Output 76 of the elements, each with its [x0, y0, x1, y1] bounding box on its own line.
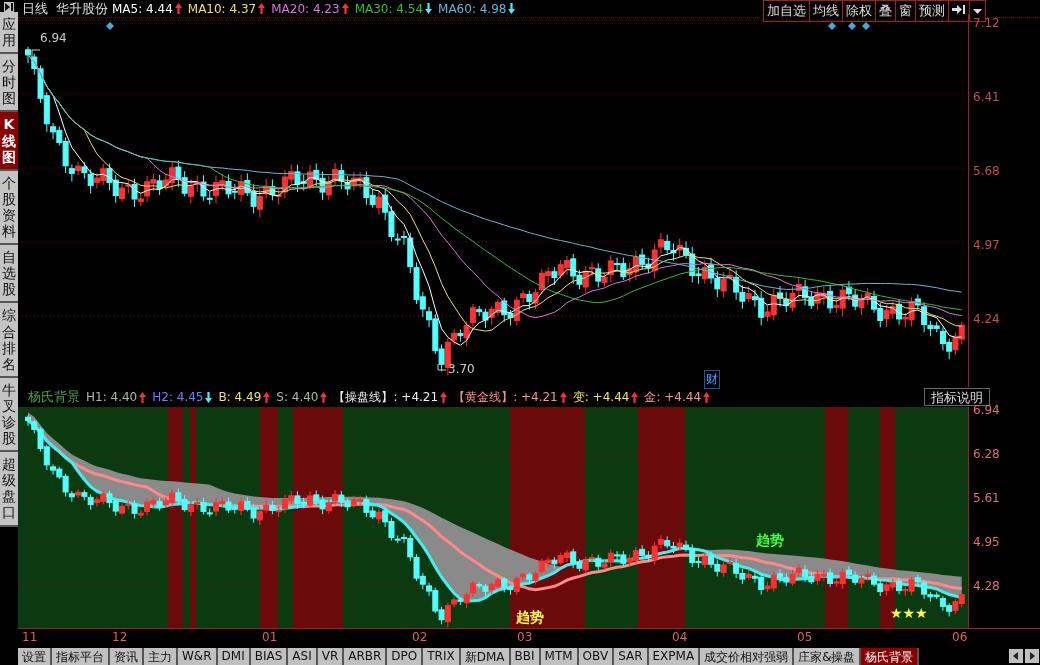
indicator-tab[interactable]: EXPMA [648, 648, 701, 665]
signal-label: 趋势 [516, 610, 544, 624]
date-axis-label: 01 [262, 630, 278, 644]
indicator-tab[interactable]: 杨氏背景 [861, 648, 920, 665]
low-price-label: 3.70 [448, 362, 475, 376]
date-axis-label: 05 [797, 630, 813, 644]
date-axis-label: 11 [22, 630, 38, 644]
indicator-tab[interactable]: 主力 [144, 648, 178, 665]
sidebar-item[interactable]: 个股资料 [0, 170, 18, 246]
indicator-tab[interactable]: 设置 [18, 648, 52, 665]
toolbar-button[interactable]: 预测 [915, 0, 949, 22]
date-axis-label: 12 [112, 630, 128, 644]
indicator-tab[interactable]: BBI [510, 648, 541, 665]
price-axis-label: 6.94 [973, 403, 1000, 417]
indicator-tab[interactable]: TRIX [423, 648, 461, 665]
price-axis-label: 4.28 [973, 579, 1000, 593]
indicator-tab[interactable]: ARBR [344, 648, 388, 665]
event-marker[interactable]: 财 [704, 370, 720, 389]
indicator-value: MA10: 4.37 [187, 1, 257, 16]
sidebar-item[interactable]: 超级盘口 [0, 452, 18, 527]
sidebar-item[interactable]: K线图 [0, 112, 18, 171]
indicator-tab[interactable]: 庄家&操盘 [794, 648, 862, 665]
period-label: 日线 [22, 0, 48, 18]
indicator-value: 【操盘线】: +4.21 [333, 388, 439, 406]
help-button[interactable]: 指标说明 [924, 388, 990, 406]
price-axis-label: 5.61 [973, 491, 1000, 505]
indicator-tab[interactable]: W&R [178, 648, 218, 665]
price-axis-label: 6.28 [973, 447, 1000, 461]
price-axis-label: 5.68 [973, 164, 1000, 178]
date-axis-label: 02 [412, 630, 428, 644]
toolbar-button[interactable]: 叠 [875, 0, 896, 22]
indicator-tab[interactable]: DPO [387, 648, 424, 665]
price-axis-label: 6.41 [973, 90, 1000, 104]
indicator-value: H2: 4.45 [152, 390, 204, 404]
sidebar-item[interactable]: 牛叉诊股 [0, 377, 18, 453]
indicator-value: MA5: 4.44 [112, 1, 173, 16]
indicator-tab[interactable]: SAR [614, 648, 649, 665]
price-axis-label: 4.95 [973, 535, 1000, 549]
indicator-tab[interactable]: 新DMA [460, 648, 511, 665]
date-axis-label: 03 [517, 630, 533, 644]
sidebar-item[interactable]: 综合排名 [0, 303, 18, 378]
sidebar-item[interactable]: 分时图 [0, 54, 18, 113]
price-axis-label: 4.24 [973, 312, 1000, 326]
price-axis-label: 4.97 [973, 238, 1000, 252]
indicator-value: S: 4.40 [276, 390, 319, 404]
indicator-tab[interactable]: ASI [288, 648, 318, 665]
indicator-value: 【黄金线】: +4.21 [453, 388, 558, 406]
stock-name: 华升股份 [56, 0, 108, 18]
signal-label: 趋势 [756, 533, 784, 547]
indicator-value: MA30: 4.54 [354, 1, 424, 16]
toolbar-button[interactable]: 均线 [809, 0, 843, 22]
price-axis-label: 7.12 [973, 16, 1000, 30]
indicator-tab[interactable]: DMI [217, 648, 251, 665]
signal-label: ★★★ [890, 606, 928, 620]
date-axis-label: 04 [672, 630, 688, 644]
high-price-label: 6.94 [40, 31, 67, 45]
indicator-tab[interactable]: BIAS [250, 648, 289, 665]
toolbar-button[interactable]: 窗 [895, 0, 916, 22]
sidebar-item[interactable]: 应用 [0, 12, 18, 55]
indicator-value: 金: +4.44 [644, 388, 702, 406]
indicator-tab[interactable]: VR [317, 648, 345, 665]
indicator-tab[interactable]: 指标平台 [52, 648, 110, 665]
sidebar-item[interactable]: 自选股 [0, 245, 18, 304]
indicator-value: 变: +4.44 [572, 388, 630, 406]
indicator-tab[interactable]: 资讯 [110, 648, 144, 665]
indicator-value: B: 4.49 [218, 390, 262, 404]
indicator-value: MA20: 4.23 [271, 1, 340, 16]
indicator-name: 杨氏背景 [28, 388, 80, 406]
toolbar-button[interactable]: 除权 [842, 0, 876, 22]
indicator-value: MA60: 4.98 [438, 1, 507, 16]
toolbar-button[interactable]: 加自选 [763, 0, 810, 22]
indicator-tab[interactable]: MTM [540, 648, 579, 665]
indicator-tab[interactable]: OBV [578, 648, 615, 665]
date-axis-label: 06 [952, 630, 968, 644]
indicator-value: H1: 4.40 [86, 390, 138, 404]
indicator-tab[interactable]: 成交价相对强弱 [700, 648, 795, 665]
